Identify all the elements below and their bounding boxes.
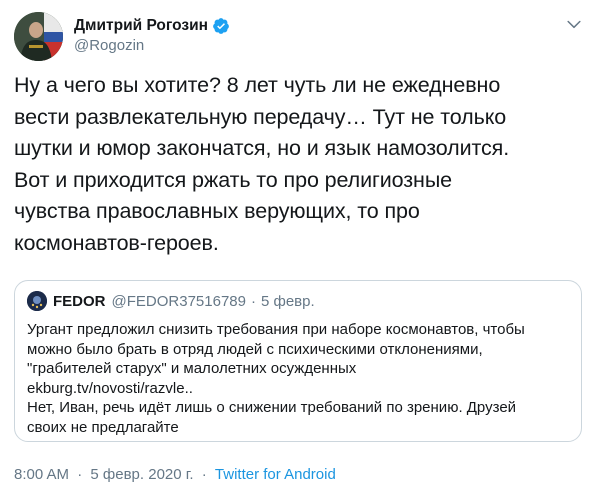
tweet-text: Ну а чего вы хотите? 8 лет чуть ли не еж… xyxy=(14,70,589,259)
quoted-text-line: Ургант предложил снизить требования при … xyxy=(27,321,525,338)
tweet-card: Дмитрий Рогозин @Rogozin Ну а чего вы хо… xyxy=(0,0,598,503)
quoted-tweet-header: FEDOR @FEDOR37516789 · 5 февр. xyxy=(27,291,315,311)
tweet-text-line: космонавтов-героев. xyxy=(14,230,219,255)
author-avatar[interactable] xyxy=(14,12,63,61)
quoted-text-line: можно было брать в отряд людей с психиче… xyxy=(27,340,483,358)
verified-badge-icon xyxy=(213,18,229,34)
tweet-text-line: чувства православных верующих, то про xyxy=(14,199,420,223)
quoted-text-line: Нет, Иван, речь идёт лишь о снижении тре… xyxy=(27,399,517,417)
author-name-row: Дмитрий Рогозин xyxy=(74,15,230,37)
avatar-photo-icon xyxy=(14,12,63,61)
author-display-name[interactable]: Дмитрий Рогозин xyxy=(74,17,208,35)
tweet-text-line: вести развлекательную передачу… Тут не т… xyxy=(14,104,507,129)
tweet-metadata: 8:00 AM · 5 февр. 2020 г. · Twitter for … xyxy=(14,466,336,483)
quoted-separator: · xyxy=(250,292,256,310)
quoted-text-line: ekburg.tv/novosti/razvle.. xyxy=(27,379,193,397)
tweet-text-line: шутки и юмор закончатся, но и язык намоз… xyxy=(14,136,510,160)
tweet-text-line: Ну а чего вы хотите? 8 лет чуть ли не еж… xyxy=(14,73,501,97)
quoted-text-line: своих не предлагайте xyxy=(27,418,179,436)
quoted-tweet[interactable]: FEDOR @FEDOR37516789 · 5 февр. Ургант пр… xyxy=(14,280,582,442)
quoted-text-line: "грабителей старух" и малолетних осужден… xyxy=(27,360,357,378)
quoted-author-avatar xyxy=(27,291,47,311)
quoted-author-handle: @FEDOR37516789 xyxy=(111,292,246,310)
meta-separator: · xyxy=(77,466,83,483)
chevron-down-icon[interactable] xyxy=(564,14,584,34)
tweet-source-link[interactable]: Twitter for Android xyxy=(215,466,336,483)
quoted-author-name: FEDOR xyxy=(53,292,106,310)
tweet-text-line: Вот и приходится ржать то про религиозны… xyxy=(14,167,453,192)
quoted-date: 5 февр. xyxy=(260,292,315,310)
meta-separator: · xyxy=(201,466,207,483)
quoted-tweet-text: Ургант предложил снизить требования при … xyxy=(27,320,567,438)
author-handle[interactable]: @Rogozin xyxy=(74,37,144,54)
tweet-time[interactable]: 8:00 AM xyxy=(14,466,69,483)
quoted-avatar-photo-icon xyxy=(27,291,47,311)
tweet-date[interactable]: 5 февр. 2020 г. xyxy=(90,466,193,483)
